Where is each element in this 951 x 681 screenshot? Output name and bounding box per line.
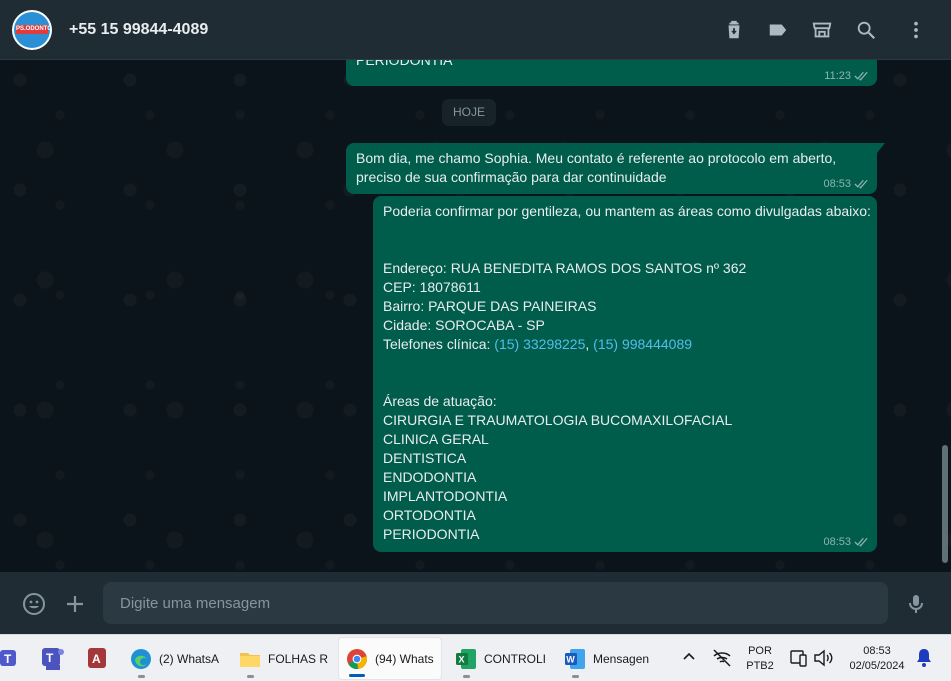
running-indicator xyxy=(247,675,254,678)
bairro-line: Bairro: PARQUE DAS PAINEIRAS xyxy=(383,298,597,314)
taskbar-item-label: (2) WhatsA xyxy=(159,651,220,666)
system-clock[interactable]: 08:53 02/05/2024 xyxy=(842,644,912,674)
svg-text:X: X xyxy=(459,654,465,664)
taskbar-item-label: FOLHAS R xyxy=(268,651,329,666)
chat-area[interactable]: PERIODONTIA 11:23 HOJE Bom dia, me chamo… xyxy=(0,60,951,572)
message-text: PERIODONTIA xyxy=(356,60,453,68)
edge-icon xyxy=(129,647,153,671)
svg-text:W: W xyxy=(566,654,575,664)
date-separator: HOJE xyxy=(442,99,496,126)
message-body: Poderia confirmar por gentileza, ou mant… xyxy=(383,202,871,544)
address-line: Endereço: RUA BENEDITA RAMOS DOS SANTOS … xyxy=(383,260,747,276)
taskbar-item-label: CONTROLI xyxy=(484,651,547,666)
search-icon[interactable] xyxy=(854,18,878,42)
teams-new-icon[interactable]: T xyxy=(40,645,66,671)
message-bubble[interactable]: Bom dia, me chamo Sophia. Meu contato é … xyxy=(346,143,877,194)
double-check-icon xyxy=(854,537,868,547)
area-item: IMPLANTODONTIA xyxy=(383,488,508,504)
notification-bell-icon[interactable] xyxy=(914,647,934,669)
chat-scrollbar[interactable] xyxy=(942,445,948,563)
taskbar-item-word[interactable]: W Mensagen xyxy=(557,637,657,680)
running-indicator xyxy=(463,675,470,678)
taskbar-item-explorer[interactable]: FOLHAS R xyxy=(232,637,332,680)
running-indicator xyxy=(572,675,579,678)
active-indicator xyxy=(349,674,365,677)
volume-icon[interactable] xyxy=(812,647,834,669)
phone-link[interactable]: (15) 33298225 xyxy=(494,336,585,352)
svg-text:T: T xyxy=(4,652,12,666)
delete-icon[interactable] xyxy=(722,18,746,42)
taskbar-item-excel[interactable]: X CONTROLI xyxy=(448,637,548,680)
phones-line: Telefones clínica: (15) 33298225, (15) 9… xyxy=(383,335,871,354)
bubble-tail xyxy=(877,143,885,153)
area-item: DENTISTICA xyxy=(383,450,467,466)
cidade-line: Cidade: SOROCABA - SP xyxy=(383,317,545,333)
network-offline-icon[interactable] xyxy=(711,647,733,669)
running-indicator xyxy=(138,675,145,678)
message-intro: Poderia confirmar por gentileza, ou mant… xyxy=(383,203,871,219)
taskbar-item-chrome-whatsapp[interactable]: (94) Whats xyxy=(338,637,442,680)
whatsapp-window: PS.ODONTO +55 15 99844-4089 PERIODONTIA … xyxy=(0,0,951,681)
message-bubble[interactable]: PERIODONTIA 11:23 xyxy=(346,60,877,86)
message-meta: 08:53 xyxy=(823,536,869,548)
avatar[interactable]: PS.ODONTO xyxy=(12,10,52,50)
double-check-icon xyxy=(854,179,868,189)
chat-header: PS.ODONTO +55 15 99844-4089 xyxy=(0,0,951,60)
emoji-icon[interactable] xyxy=(21,591,47,617)
message-time: 08:53 xyxy=(823,536,851,548)
chrome-icon xyxy=(345,647,369,671)
label-icon[interactable] xyxy=(766,18,790,42)
avatar-logo-text: PS.ODONTO xyxy=(16,25,52,34)
folder-icon xyxy=(238,647,262,671)
store-icon[interactable] xyxy=(810,18,834,42)
access-icon[interactable]: A xyxy=(84,645,110,671)
cep-line: CEP: 18078611 xyxy=(383,279,481,295)
attach-plus-icon[interactable] xyxy=(62,591,88,617)
taskbar-item-edge-whatsapp[interactable]: (2) WhatsA xyxy=(123,637,223,680)
word-icon: W xyxy=(563,647,587,671)
contact-name[interactable]: +55 15 99844-4089 xyxy=(69,21,208,39)
areas-label: Áreas de atuação: xyxy=(383,393,497,409)
taskbar-item-label: Mensagen xyxy=(593,651,650,666)
area-item: ENDODONTIA xyxy=(383,469,477,485)
message-time: 11:23 xyxy=(824,70,851,82)
input-language[interactable]: POR PTB2 xyxy=(743,644,777,674)
phone-link[interactable]: (15) 998444089 xyxy=(593,336,692,352)
svg-text:T: T xyxy=(46,651,54,665)
double-check-icon xyxy=(854,71,868,81)
phones-label: Telefones clínica: xyxy=(383,336,495,352)
area-item: PERIODONTIA xyxy=(383,526,480,542)
area-item: CIRURGIA E TRAUMATOLOGIA BUCOMAXILOFACIA… xyxy=(383,412,733,428)
chevron-up-icon[interactable] xyxy=(679,647,699,667)
microphone-icon[interactable] xyxy=(903,591,929,617)
language-code: POR xyxy=(748,645,772,657)
message-input[interactable] xyxy=(103,582,888,624)
area-item: ORTODONTIA xyxy=(383,507,476,523)
svg-text:A: A xyxy=(92,652,101,666)
composer xyxy=(0,572,951,634)
menu-icon[interactable] xyxy=(904,18,928,42)
message-bubble[interactable]: Poderia confirmar por gentileza, ou mant… xyxy=(373,196,877,552)
windows-taskbar: T T A (2) WhatsA FOLHAS R (94) Whats X C… xyxy=(0,634,951,681)
clock-time: 08:53 xyxy=(863,645,891,657)
message-meta: 08:53 xyxy=(823,178,869,190)
teams-icon[interactable]: T xyxy=(0,645,22,671)
message-time: 08:53 xyxy=(823,178,851,190)
phone-separator: , xyxy=(585,336,594,352)
area-item: CLINICA GERAL xyxy=(383,431,489,447)
clock-date: 02/05/2024 xyxy=(849,660,905,672)
taskbar-item-label: (94) Whats xyxy=(375,651,434,666)
message-text: Bom dia, me chamo Sophia. Meu contato é … xyxy=(356,150,837,185)
phone-link-icon[interactable] xyxy=(788,647,810,669)
message-meta: 11:23 xyxy=(824,70,869,82)
keyboard-layout: PTB2 xyxy=(746,660,774,672)
excel-icon: X xyxy=(454,647,478,671)
